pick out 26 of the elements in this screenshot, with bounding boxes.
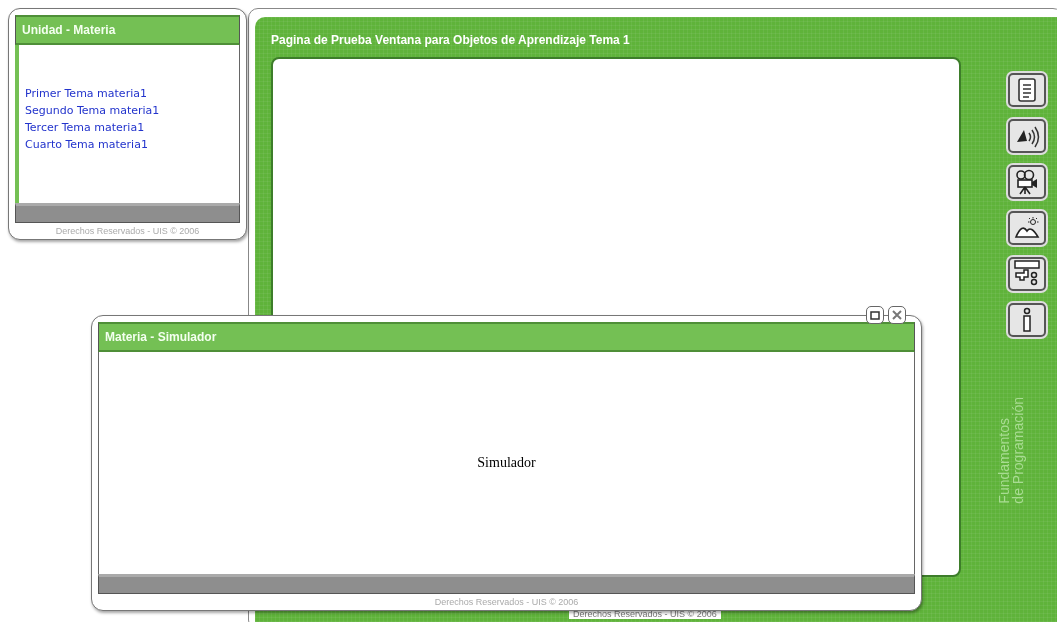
topic-link[interactable]: Segundo Tema materia1 (25, 104, 239, 117)
document-icon (1016, 78, 1037, 102)
close-button[interactable] (888, 306, 906, 324)
audio-button[interactable] (1007, 119, 1046, 153)
simulator-button[interactable] (1007, 257, 1046, 291)
image-button[interactable] (1007, 211, 1046, 245)
document-button[interactable] (1007, 73, 1046, 107)
simulator-text: Simulador (477, 455, 536, 471)
square-icon (870, 310, 880, 320)
topic-link[interactable]: Cuarto Tema materia1 (25, 138, 239, 151)
topic-link[interactable]: Tercer Tema materia1 (25, 121, 239, 134)
info-button[interactable] (1007, 303, 1046, 337)
mountain-sun-icon (1013, 217, 1040, 239)
close-icon (892, 310, 902, 320)
window-title: Materia - Simulador (98, 322, 915, 352)
gamepad-icon (1012, 260, 1041, 288)
topic-link[interactable]: Primer Tema materia1 (25, 87, 239, 100)
window-title: Unidad - Materia (15, 15, 240, 45)
copyright-text: Derechos Reservados - UIS © 2006 (55, 226, 200, 236)
copyright-text: Derechos Reservados - UIS © 2006 (434, 597, 579, 607)
maximize-button[interactable] (866, 306, 884, 324)
movie-camera-icon (1013, 169, 1040, 195)
window-title: Pagina de Prueba Ventana para Objetos de Aprendizaje Tema 1 (271, 32, 631, 49)
logo-text: Fundamentos (997, 417, 1011, 504)
video-button[interactable] (1007, 165, 1046, 199)
logo-text: de Programación (1011, 397, 1025, 504)
